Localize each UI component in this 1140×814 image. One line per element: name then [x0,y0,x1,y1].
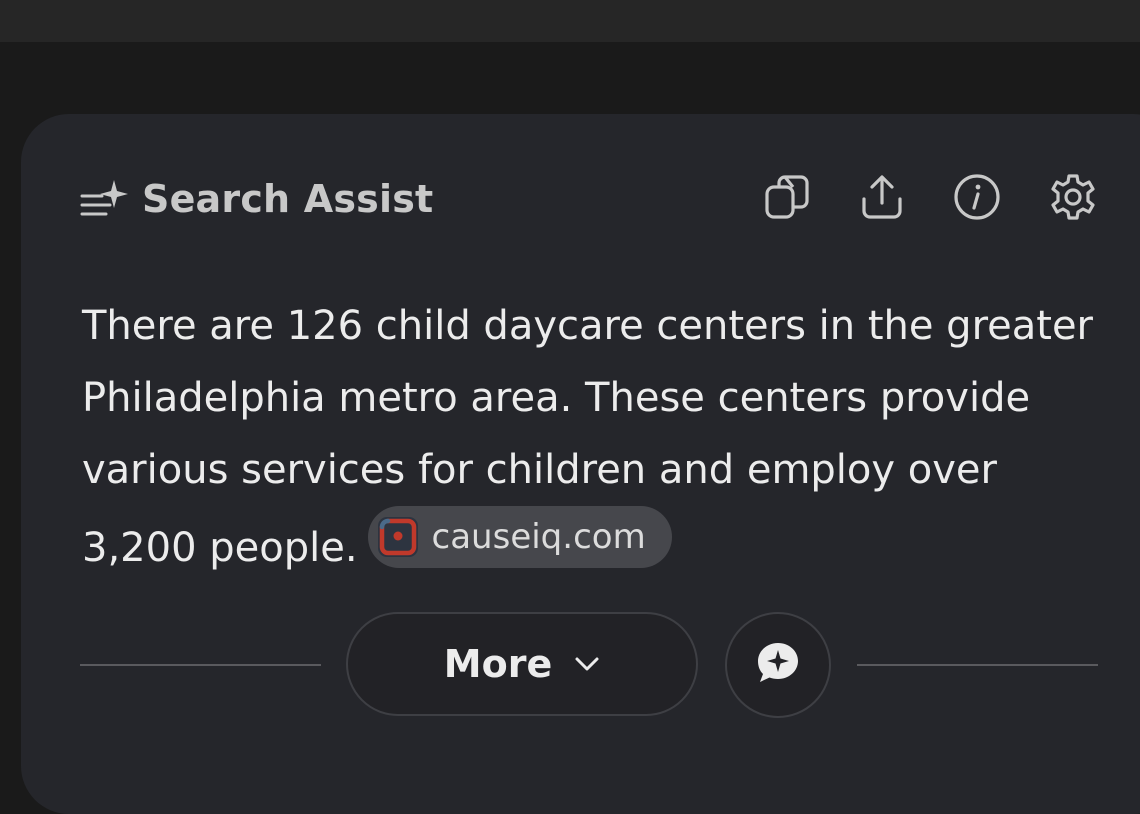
divider-right [857,664,1098,666]
settings-gear-icon [1048,172,1098,226]
chat-sparkle-icon [754,639,802,691]
chevron-down-icon [574,656,600,672]
causeiq-favicon [376,515,420,559]
source-link-chip[interactable]: causeiq.com [367,506,672,568]
share-icon [858,173,906,225]
more-label: More [443,642,553,686]
search-assist-sparkle-icon [80,174,130,224]
chat-button[interactable] [725,612,831,718]
more-button[interactable]: More [346,612,698,716]
divider-left [80,664,321,666]
copy-button[interactable] [760,172,814,226]
copy-icon [763,173,811,225]
answer-paragraph: There are 126 child daycare centers in t… [82,290,1112,584]
search-assist-title: Search Assist [142,177,434,221]
search-assist-header: Search Assist [80,172,433,226]
info-button[interactable] [950,172,1004,226]
share-button[interactable] [855,172,909,226]
settings-button[interactable] [1046,172,1100,226]
info-icon [952,172,1002,226]
browser-top-bar [0,0,1140,42]
source-label: causeiq.com [431,517,646,557]
